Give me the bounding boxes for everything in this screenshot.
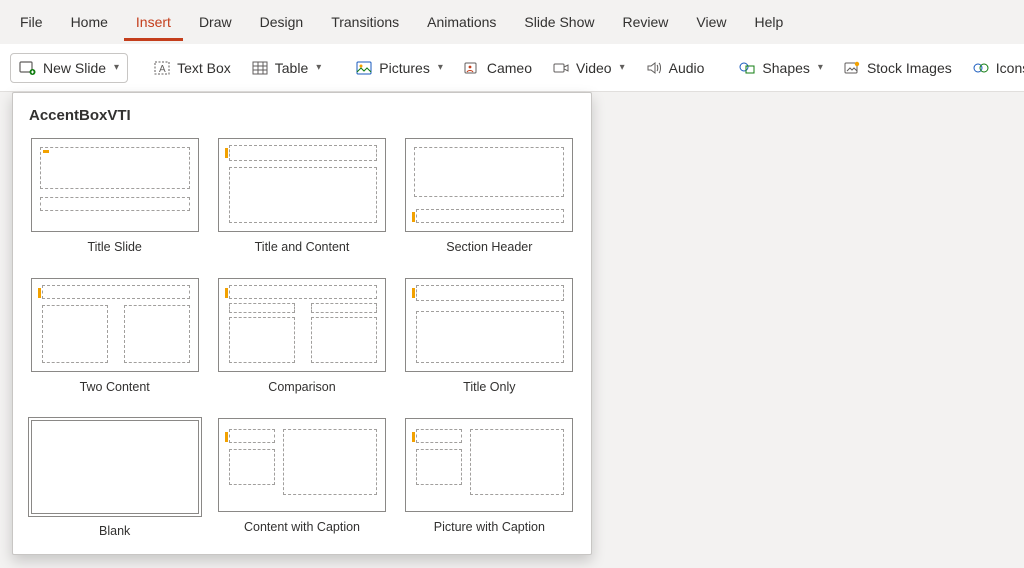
table-label: Table: [275, 60, 308, 76]
text-box-icon: A: [153, 60, 171, 76]
new-slide-label: New Slide: [43, 60, 106, 76]
new-slide-layout-panel: AccentBoxVTI Title Slide Title and Conte…: [12, 92, 592, 555]
chevron-down-icon: ▾: [818, 62, 823, 73]
table-button[interactable]: Table ▾: [242, 53, 331, 83]
layout-blank[interactable]: Blank: [25, 416, 204, 540]
video-label: Video: [576, 60, 612, 76]
layout-section-header[interactable]: Section Header: [400, 136, 579, 256]
stock-images-label: Stock Images: [867, 60, 952, 76]
layout-label: Picture with Caption: [434, 520, 545, 534]
layout-label: Two Content: [80, 380, 150, 394]
layout-label: Section Header: [446, 240, 532, 254]
table-icon: [251, 60, 269, 76]
layout-label: Title and Content: [255, 240, 350, 254]
tab-design[interactable]: Design: [248, 4, 316, 41]
video-icon: [552, 60, 570, 76]
audio-button[interactable]: Audio: [636, 53, 714, 83]
chevron-down-icon: ▾: [316, 62, 321, 73]
layout-grid: Title Slide Title and Content Section He…: [19, 136, 585, 540]
new-slide-button[interactable]: New Slide ▾: [10, 53, 128, 83]
stock-images-button[interactable]: Stock Images: [834, 53, 961, 83]
pictures-label: Pictures: [379, 60, 430, 76]
cameo-icon: [463, 60, 481, 76]
chevron-down-icon: ▾: [438, 62, 443, 73]
chevron-down-icon: ▾: [114, 62, 119, 73]
ribbon-tabs: File Home Insert Draw Design Transitions…: [0, 0, 1024, 44]
tab-transitions[interactable]: Transitions: [319, 4, 411, 41]
layout-label: Blank: [99, 524, 130, 538]
icons-icon: [972, 60, 990, 76]
shapes-button[interactable]: Shapes ▾: [729, 53, 832, 83]
tab-home[interactable]: Home: [59, 4, 120, 41]
tab-help[interactable]: Help: [742, 4, 795, 41]
layout-label: Content with Caption: [244, 520, 360, 534]
layout-label: Title Slide: [87, 240, 141, 254]
cameo-label: Cameo: [487, 60, 532, 76]
text-box-label: Text Box: [177, 60, 231, 76]
insert-toolbar: New Slide ▾ A Text Box Table ▾ Pictures …: [0, 44, 1024, 92]
audio-label: Audio: [669, 60, 705, 76]
tab-draw[interactable]: Draw: [187, 4, 244, 41]
cameo-button[interactable]: Cameo: [454, 53, 541, 83]
text-box-button[interactable]: A Text Box: [144, 53, 240, 83]
tab-animations[interactable]: Animations: [415, 4, 508, 41]
pictures-button[interactable]: Pictures ▾: [346, 53, 452, 83]
tab-view[interactable]: View: [684, 4, 738, 41]
layout-label: Comparison: [268, 380, 335, 394]
layout-theme-title: AccentBoxVTI: [19, 107, 585, 136]
shapes-label: Shapes: [762, 60, 809, 76]
shapes-icon: [738, 60, 756, 76]
icons-label: Icons: [996, 60, 1024, 76]
layout-title-and-content[interactable]: Title and Content: [212, 136, 391, 256]
svg-text:A: A: [159, 64, 166, 75]
pictures-icon: [355, 60, 373, 76]
layout-title-only[interactable]: Title Only: [400, 276, 579, 396]
layout-comparison[interactable]: Comparison: [212, 276, 391, 396]
tab-file[interactable]: File: [8, 4, 55, 41]
layout-two-content[interactable]: Two Content: [25, 276, 204, 396]
layout-content-with-caption[interactable]: Content with Caption: [212, 416, 391, 540]
icons-button[interactable]: Icons: [963, 53, 1024, 83]
tab-insert[interactable]: Insert: [124, 4, 183, 41]
stock-images-icon: [843, 60, 861, 76]
audio-icon: [645, 60, 663, 76]
layout-label: Title Only: [463, 380, 515, 394]
layout-title-slide[interactable]: Title Slide: [25, 136, 204, 256]
video-button[interactable]: Video ▾: [543, 53, 634, 83]
tab-slideshow[interactable]: Slide Show: [512, 4, 606, 41]
tab-review[interactable]: Review: [610, 4, 680, 41]
layout-picture-with-caption[interactable]: Picture with Caption: [400, 416, 579, 540]
new-slide-icon: [19, 60, 37, 76]
chevron-down-icon: ▾: [620, 62, 625, 73]
